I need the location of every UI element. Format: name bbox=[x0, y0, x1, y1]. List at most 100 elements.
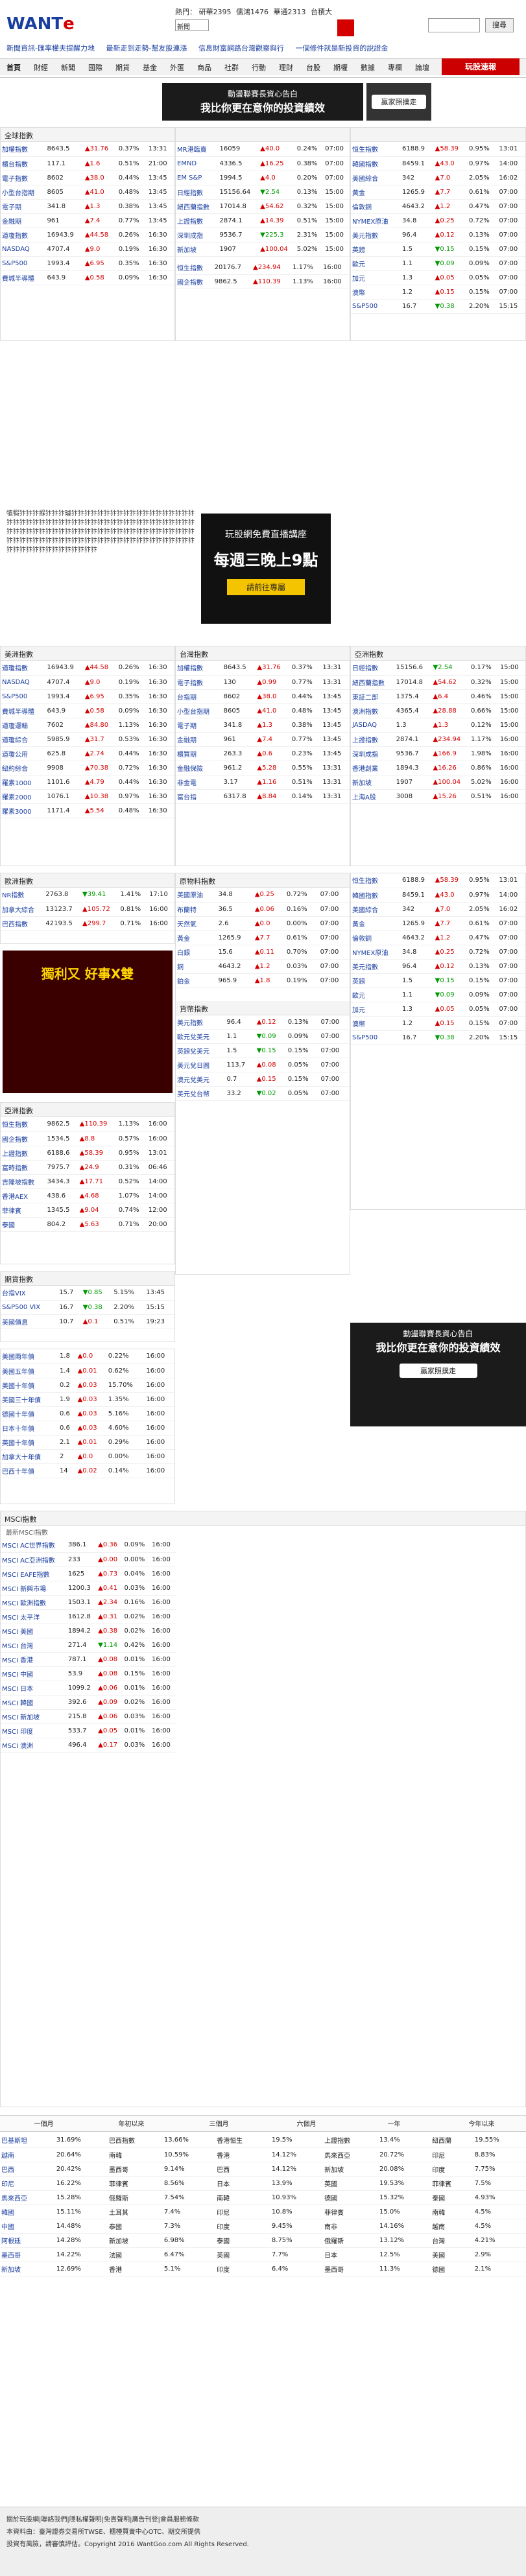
quote-name[interactable]: 美元兌日圓 bbox=[176, 1058, 226, 1072]
quote-row[interactable]: 吉隆坡指數 3434.3 ▲17.71 0.52% 14:00 bbox=[1, 1174, 174, 1189]
quote-name[interactable]: 道瓊公用 bbox=[1, 746, 46, 761]
quote-row[interactable]: 上證指數 2874.1 ▲14.39 0.51% 15:00 bbox=[176, 213, 350, 228]
quote-name[interactable]: MSCI 美國 bbox=[1, 1624, 67, 1638]
quote-name[interactable]: 歐元兌美元 bbox=[176, 1029, 226, 1044]
quote-row[interactable]: 歐元 1.1 ▼0.09 0.09% 07:00 bbox=[351, 256, 525, 271]
quote-row[interactable]: 費城半導體 643.9 ▲0.58 0.09% 16:30 bbox=[1, 270, 174, 285]
quote-name[interactable]: 加權指數 bbox=[176, 661, 222, 676]
quote-name[interactable]: MSCI 日本 bbox=[1, 1681, 67, 1696]
quote-name[interactable]: MSCI EAFE指數 bbox=[1, 1566, 67, 1581]
perf-tab[interactable]: 六個月 bbox=[263, 2116, 350, 2131]
quote-name[interactable]: 新加坡 bbox=[351, 775, 395, 790]
quote-name[interactable]: 韓國指數 bbox=[351, 888, 401, 903]
quote-row[interactable]: 加權指數 8643.5 ▲31.76 0.37% 13:31 bbox=[1, 142, 174, 157]
quote-name[interactable]: 費城半導體 bbox=[1, 270, 46, 285]
quote-name[interactable]: 美國債息 bbox=[1, 1314, 58, 1329]
game-ad[interactable]: 獨利又 好事X雙 bbox=[3, 951, 173, 1093]
quote-row[interactable]: 英國十年債 2.1 ▲0.01 0.29% 16:00 bbox=[1, 1435, 174, 1450]
quote-row[interactable]: 英鎊 1.5 ▼0.15 0.15% 07:00 bbox=[351, 242, 525, 257]
quote-row[interactable]: 馬來西亞 15.28% 俄羅斯 7.54% 南韓 10.93% 德國 15.32% 泰國 4.93… bbox=[0, 2190, 526, 2205]
nav-item[interactable]: 商品 bbox=[191, 59, 218, 76]
quote-row[interactable]: 英鎊 1.5 ▼0.15 0.15% 07:00 bbox=[351, 973, 525, 988]
quote-name[interactable]: 金融期 bbox=[176, 732, 222, 747]
quote-row[interactable]: 櫃台指數 117.1 ▲1.6 0.51% 21:00 bbox=[1, 156, 174, 171]
quote-row[interactable]: 電子指數 130 ▲0.99 0.77% 13:31 bbox=[176, 675, 350, 690]
quote-name[interactable]: 富台指 bbox=[176, 789, 222, 804]
quote-row[interactable]: MSCI 歐洲指數 1503.1 ▲2.34 0.16% 16:00 bbox=[1, 1595, 176, 1610]
quote-name[interactable]: 台指VIX bbox=[1, 1286, 58, 1301]
search-input[interactable] bbox=[428, 18, 480, 32]
quote-row[interactable]: 墨西哥 14.22% 法國 6.47% 英國 7.7% 日本 12.5% 美國 2.9% bbox=[0, 2247, 526, 2262]
quote-row[interactable]: 富台指 6317.8 ▲8.84 0.14% 13:31 bbox=[176, 789, 350, 804]
perf-tab[interactable]: 一個月 bbox=[0, 2116, 88, 2131]
quote-row[interactable]: 美元指數 96.4 ▲0.12 0.13% 07:00 bbox=[176, 1015, 350, 1030]
quote-row[interactable]: 恒生指數 6188.9 ▲58.39 0.95% 13:01 bbox=[351, 142, 525, 157]
quote-name[interactable]: 韓國 bbox=[0, 2204, 55, 2219]
quote-name[interactable]: 英國十年債 bbox=[1, 1435, 58, 1450]
quote-row[interactable]: 澳幣 1.2 ▲0.15 0.15% 07:00 bbox=[351, 285, 525, 300]
quote-name[interactable]: NASDAQ bbox=[1, 675, 46, 690]
quote-name[interactable]: 歐元 bbox=[351, 256, 401, 271]
quote-name[interactable]: 澳幣 bbox=[351, 1016, 401, 1031]
quote-row[interactable]: 深圳成指 9536.7 ▲166.9 1.98% 16:00 bbox=[351, 746, 525, 761]
quote-name[interactable]: 美國綜合 bbox=[351, 171, 401, 185]
quote-row[interactable]: 巴西十年債 14 ▲0.02 0.14% 16:00 bbox=[1, 1463, 174, 1478]
quote-row[interactable]: MSCI EAFE指數 1625 ▲0.73 0.04% 16:00 bbox=[1, 1566, 176, 1581]
hot-item[interactable]: 華通2313 bbox=[274, 8, 306, 16]
quote-row[interactable]: MR港臨賣 16059 ▲40.0 0.24% 07:00 bbox=[176, 142, 350, 157]
quote-name[interactable]: 金融期 bbox=[1, 213, 46, 228]
quote-name[interactable]: 倫敦銅 bbox=[351, 930, 401, 945]
quote-row[interactable]: 美元指數 96.4 ▲0.12 0.13% 07:00 bbox=[351, 228, 525, 242]
nav-item[interactable]: 社群 bbox=[218, 59, 245, 76]
quote-row[interactable]: 美國兩年債 1.8 ▲0.0 0.22% 16:00 bbox=[1, 1349, 174, 1364]
quote-row[interactable]: 紐西蘭指數 17014.8 ▲54.62 0.32% 15:00 bbox=[176, 199, 350, 214]
quote-row[interactable]: 小型台指期 8605 ▲41.0 0.48% 13:45 bbox=[1, 185, 174, 200]
quote-name[interactable]: 馬來西亞 bbox=[0, 2190, 55, 2205]
quote-row[interactable]: 道瓊指數 16943.9 ▲44.58 0.26% 16:30 bbox=[1, 228, 174, 242]
quote-name[interactable]: 紐約綜合 bbox=[1, 761, 46, 775]
quote-row[interactable]: 小型台指期 8605 ▲41.0 0.48% 13:45 bbox=[176, 703, 350, 718]
quote-name[interactable]: 加拿大綜合 bbox=[1, 902, 45, 917]
quote-name[interactable]: 黃金 bbox=[351, 185, 401, 200]
quote-row[interactable]: EMND 4336.5 ▲16.25 0.38% 07:00 bbox=[176, 156, 350, 171]
quote-name[interactable]: MSCI 澳洲 bbox=[1, 1738, 67, 1753]
quote-row[interactable]: NASDAQ 4707.4 ▲9.0 0.19% 16:30 bbox=[1, 675, 174, 690]
quote-name[interactable]: NR指數 bbox=[1, 888, 45, 903]
quote-row[interactable]: S&P500 1993.4 ▲6.95 0.35% 16:30 bbox=[1, 689, 174, 704]
quote-row[interactable]: 新加坡 1907 ▲100.04 5.02% 15:00 bbox=[176, 242, 350, 257]
quote-name[interactable]: NASDAQ bbox=[1, 242, 46, 257]
quote-row[interactable]: MSCI 新興市場 1200.3 ▲0.41 0.03% 16:00 bbox=[1, 1581, 176, 1596]
search-type-select[interactable]: 新聞 bbox=[175, 19, 209, 31]
quote-row[interactable]: 金融期 961 ▲7.4 0.77% 13:45 bbox=[1, 213, 174, 228]
quote-name[interactable]: 美國兩年債 bbox=[1, 1349, 58, 1364]
quote-name[interactable]: MSCI 新興市場 bbox=[1, 1581, 67, 1596]
quote-name[interactable]: 日本十年債 bbox=[1, 1421, 58, 1436]
quote-row[interactable]: 新加坡 12.69% 香港 5.1% 印度 6.4% 墨西哥 11.3% 德國 2.1% bbox=[0, 2262, 526, 2276]
quote-row[interactable]: 歐元兌美元 1.1 ▼0.09 0.09% 07:00 bbox=[176, 1029, 350, 1044]
quote-row[interactable]: 電子期 341.8 ▲1.3 0.38% 13:45 bbox=[1, 199, 174, 214]
quote-name[interactable]: 巴基斯坦 bbox=[0, 2133, 55, 2148]
quote-row[interactable]: 美國三十年債 1.9 ▲0.03 1.35% 16:00 bbox=[1, 1392, 174, 1407]
quote-name[interactable]: 美國原油 bbox=[176, 888, 217, 903]
quote-name[interactable]: 羅素3000 bbox=[1, 803, 46, 818]
quote-row[interactable]: 黃金 1265.9 ▲7.7 0.61% 07:00 bbox=[351, 185, 525, 200]
hot-item[interactable]: 研華2395 bbox=[199, 8, 232, 16]
banner-button[interactable]: 贏家照撲走 bbox=[372, 95, 426, 109]
quote-name[interactable]: 布蘭特 bbox=[176, 902, 217, 917]
quote-name[interactable]: 道瓊綜合 bbox=[1, 732, 46, 747]
quote-name[interactable]: MSCI 中國 bbox=[1, 1666, 67, 1681]
quote-row[interactable]: 美國債息 10.7 ▲0.1 0.51% 19:23 bbox=[1, 1314, 174, 1329]
quote-row[interactable]: 日本十年債 0.6 ▲0.03 4.60% 16:00 bbox=[1, 1421, 174, 1436]
nav-item[interactable]: 行動 bbox=[245, 59, 272, 76]
site-logo[interactable]: WANTe bbox=[6, 14, 78, 40]
quote-row[interactable]: MSCI 澳洲 496.4 ▲0.17 0.03% 16:00 bbox=[1, 1738, 176, 1753]
quote-row[interactable]: 道瓊公用 625.8 ▲2.74 0.44% 16:30 bbox=[1, 746, 174, 761]
quote-name[interactable]: MSCI AC世界指數 bbox=[1, 1538, 67, 1553]
quote-row[interactable]: 巴西 20.42% 墨西哥 9.14% 巴西 14.12% 新加坡 20.08% 印度 7.75% bbox=[0, 2162, 526, 2177]
quote-name[interactable]: 巴西指數 bbox=[1, 916, 45, 931]
quote-row[interactable]: 加拿大綜合 13123.7 ▲105.72 0.81% 16:00 bbox=[1, 902, 174, 917]
quote-name[interactable]: 巴西 bbox=[0, 2162, 55, 2177]
quote-name[interactable]: 上證指數 bbox=[1, 1146, 46, 1161]
quote-name[interactable]: S&P500 VIX bbox=[1, 1300, 58, 1315]
quote-name[interactable]: 越南 bbox=[0, 2147, 55, 2162]
